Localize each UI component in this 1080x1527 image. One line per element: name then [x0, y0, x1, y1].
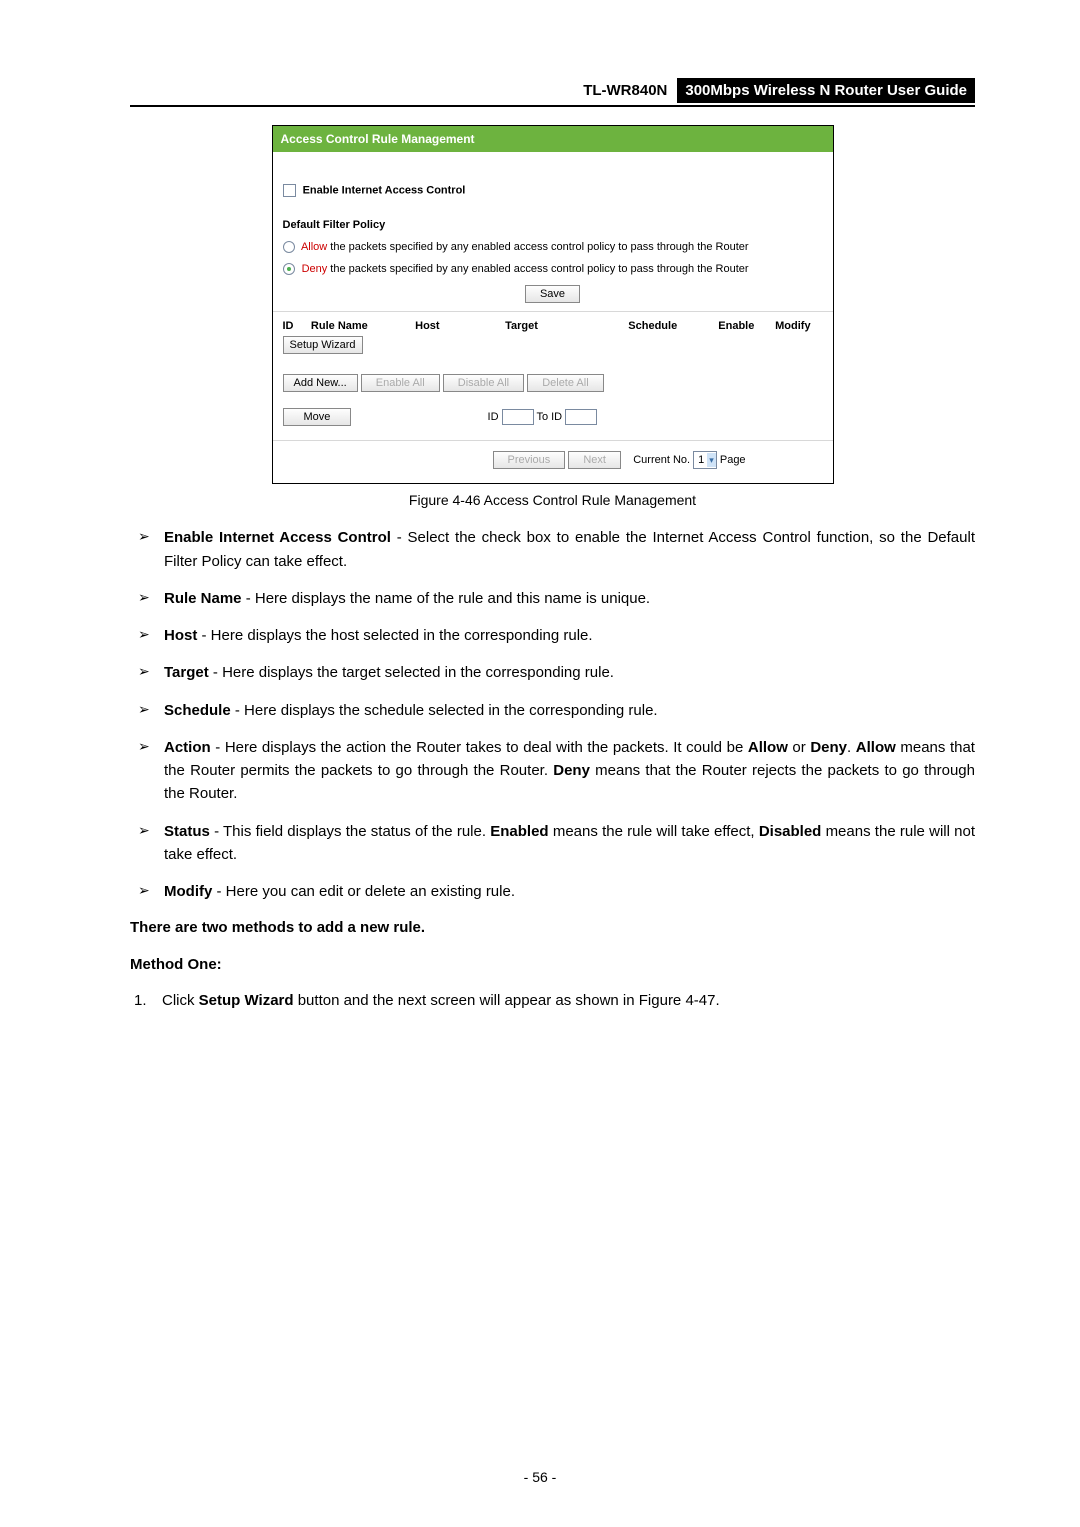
col-rule-name: Rule Name [311, 320, 415, 332]
bullet-icon: ➢ [138, 736, 164, 758]
list-item: ➢ Target - Here displays the target sele… [138, 661, 975, 684]
move-to-label: To ID [536, 411, 562, 423]
step-1: 1. Click Setup Wizard button and the nex… [134, 990, 975, 1013]
bullet-icon: ➢ [138, 526, 164, 548]
list-item: ➢ Status - This field displays the statu… [138, 820, 975, 867]
doc-header: TL-WR840N 300Mbps Wireless N Router User… [130, 78, 975, 107]
description-list: ➢ Enable Internet Access Control - Selec… [138, 526, 975, 903]
move-id-input[interactable] [502, 409, 534, 425]
bullet-icon: ➢ [138, 661, 164, 683]
radio-allow-prefix: Allow [301, 241, 327, 253]
list-item: ➢ Host - Here displays the host selected… [138, 624, 975, 647]
bullet-icon: ➢ [138, 624, 164, 646]
figure-caption: Figure 4-46 Access Control Rule Manageme… [130, 492, 975, 508]
move-id-label: ID [488, 411, 499, 423]
previous-button[interactable]: Previous [493, 451, 566, 469]
setup-wizard-button[interactable]: Setup Wizard [283, 336, 363, 354]
enable-iac-checkbox[interactable] [283, 184, 296, 197]
delete-all-button[interactable]: Delete All [527, 374, 603, 392]
current-no-dropdown[interactable]: 1 ▾ [693, 451, 717, 469]
col-host: Host [415, 320, 505, 332]
bullet-icon: ➢ [138, 820, 164, 842]
figure-access-control: Access Control Rule Management Enable In… [272, 125, 834, 484]
radio-deny[interactable] [283, 263, 295, 275]
radio-allow-rest: the packets specified by any enabled acc… [327, 241, 748, 253]
move-button[interactable]: Move [283, 408, 352, 426]
col-id: ID [283, 320, 311, 332]
add-new-button[interactable]: Add New... [283, 374, 358, 392]
list-item: ➢ Schedule - Here displays the schedule … [138, 699, 975, 722]
enable-iac-label: Enable Internet Access Control [303, 184, 466, 196]
radio-deny-prefix: Deny [302, 263, 328, 275]
page-label: Page [720, 454, 746, 466]
method-one-heading: Method One: [130, 954, 975, 977]
bullet-icon: ➢ [138, 880, 164, 902]
col-enable: Enable [718, 320, 775, 332]
bullet-icon: ➢ [138, 699, 164, 721]
figure-titlebar: Access Control Rule Management [273, 126, 833, 152]
col-schedule: Schedule [628, 320, 718, 332]
list-item: ➢ Action - Here displays the action the … [138, 736, 975, 806]
enable-all-button[interactable]: Enable All [361, 374, 440, 392]
move-to-input[interactable] [565, 409, 597, 425]
current-no-label: Current No. [633, 454, 690, 466]
disable-all-button[interactable]: Disable All [443, 374, 524, 392]
bullet-icon: ➢ [138, 587, 164, 609]
save-button[interactable]: Save [525, 285, 580, 303]
col-target: Target [505, 320, 628, 332]
radio-allow[interactable] [283, 241, 295, 253]
chevron-down-icon: ▾ [707, 453, 716, 467]
header-title: 300Mbps Wireless N Router User Guide [677, 78, 975, 103]
current-no-value: 1 [698, 454, 704, 466]
list-item: ➢ Enable Internet Access Control - Selec… [138, 526, 975, 573]
next-button[interactable]: Next [568, 451, 621, 469]
list-item: ➢ Rule Name - Here displays the name of … [138, 587, 975, 610]
page-number: - 56 - [0, 1469, 1080, 1485]
header-model: TL-WR840N [577, 80, 673, 101]
methods-intro: There are two methods to add a new rule. [130, 917, 975, 940]
list-item: ➢ Modify - Here you can edit or delete a… [138, 880, 975, 903]
rules-table-header: ID Rule Name Host Target Schedule Enable… [283, 320, 823, 332]
policy-heading: Default Filter Policy [283, 219, 823, 231]
col-modify: Modify [775, 320, 822, 332]
radio-deny-rest: the packets specified by any enabled acc… [327, 263, 748, 275]
